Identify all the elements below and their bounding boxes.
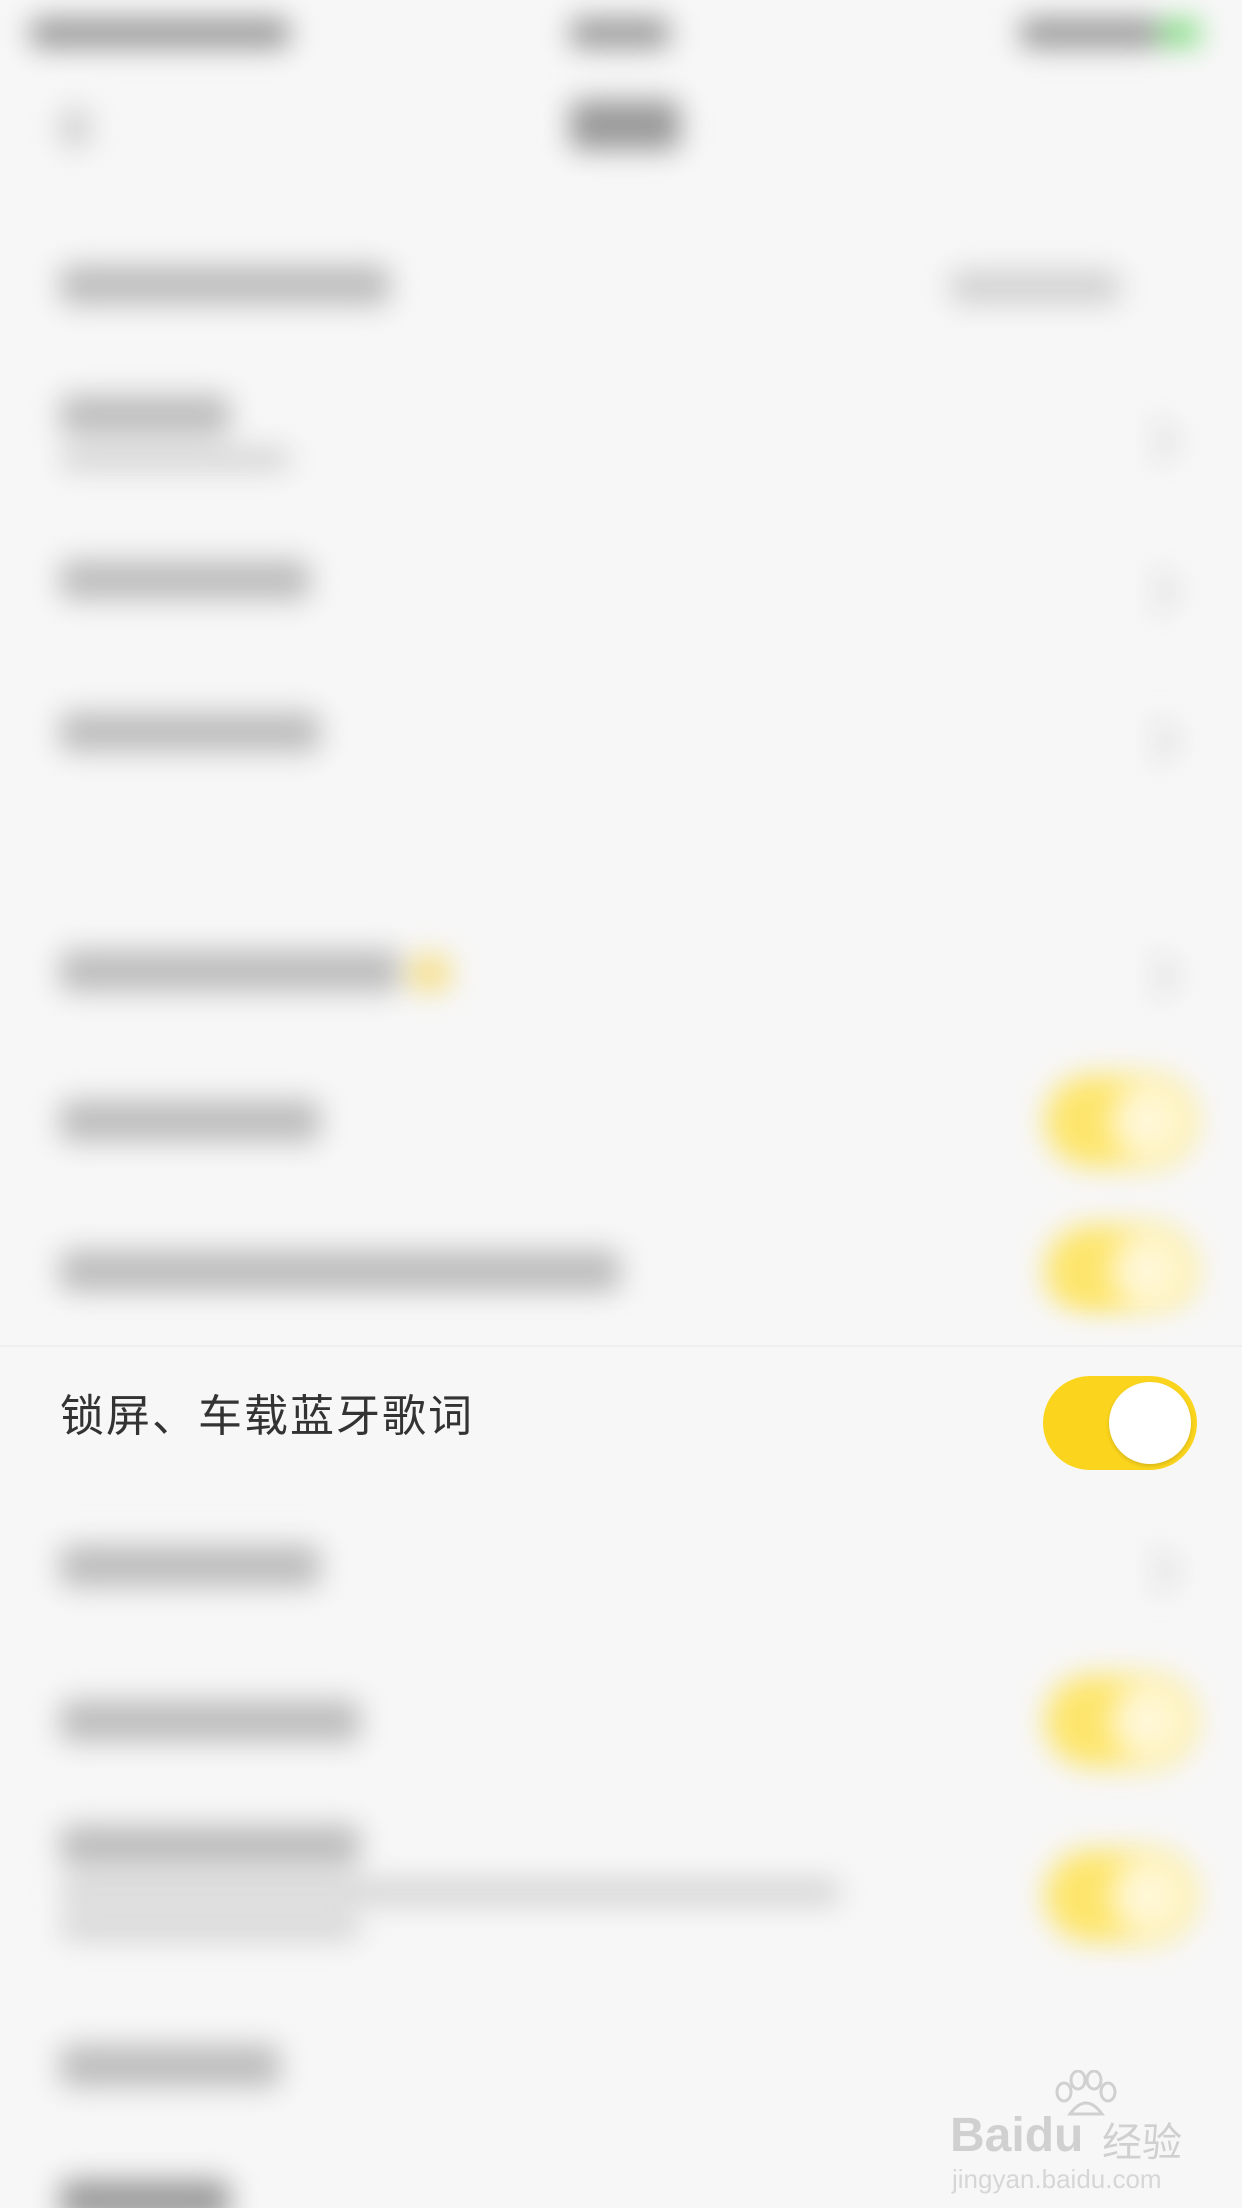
row-2-subtext [60, 448, 290, 470]
row-3-text [60, 560, 310, 600]
row-1-value [950, 270, 1120, 304]
row-10-text [60, 1700, 360, 1742]
watermark-cn: 经验 [1102, 2120, 1182, 2166]
row-5-badge [410, 955, 450, 991]
settings-screen: 锁屏、车载蓝牙歌词 Baidu 经验 jingyan.baidu.com [0, 0, 1242, 2208]
baidu-watermark: Baidu 经验 jingyan.baidu.com [950, 2070, 1190, 2194]
row-10-toggle [1045, 1675, 1195, 1767]
row-4-text [60, 712, 320, 752]
nav-title [570, 100, 680, 150]
blurred-background [0, 0, 1242, 2208]
row-1-text [60, 265, 390, 305]
row-6-toggle [1045, 1075, 1195, 1167]
row-11-subtext-2 [60, 1915, 360, 1939]
row-11-text [60, 1825, 360, 1867]
row-12-text [60, 2045, 280, 2087]
row-5-text [60, 950, 400, 992]
back-icon [60, 108, 90, 148]
row-7-text [60, 1250, 620, 1292]
toggle-knob [1109, 1382, 1191, 1464]
battery-icon [1160, 20, 1200, 46]
row-2-text [60, 395, 230, 435]
status-bar-time [570, 18, 670, 48]
row-7-toggle [1045, 1225, 1195, 1317]
row-9-text [60, 1545, 320, 1587]
setting-label: 锁屏、车载蓝牙歌词 [60, 1391, 474, 1442]
chevron-right-icon [1133, 1548, 1179, 1594]
setting-row-lockscreen-lyrics[interactable]: 锁屏、车载蓝牙歌词 [0, 1345, 1242, 1487]
row-11-toggle [1045, 1850, 1195, 1942]
watermark-brand: Baidu [950, 2109, 1084, 2162]
chevron-right-icon [1133, 718, 1179, 764]
chevron-right-icon [1133, 418, 1179, 464]
lockscreen-lyrics-toggle[interactable] [1043, 1376, 1197, 1470]
row-6-text [60, 1100, 320, 1142]
row-13-text [60, 2180, 230, 2208]
chevron-right-icon [1133, 953, 1179, 999]
status-bar-right [1020, 18, 1160, 48]
watermark-url: jingyan.baidu.com [952, 2164, 1162, 2194]
status-bar-left [30, 18, 290, 48]
row-11-subtext [60, 1880, 840, 1904]
chevron-right-icon [1133, 568, 1179, 614]
